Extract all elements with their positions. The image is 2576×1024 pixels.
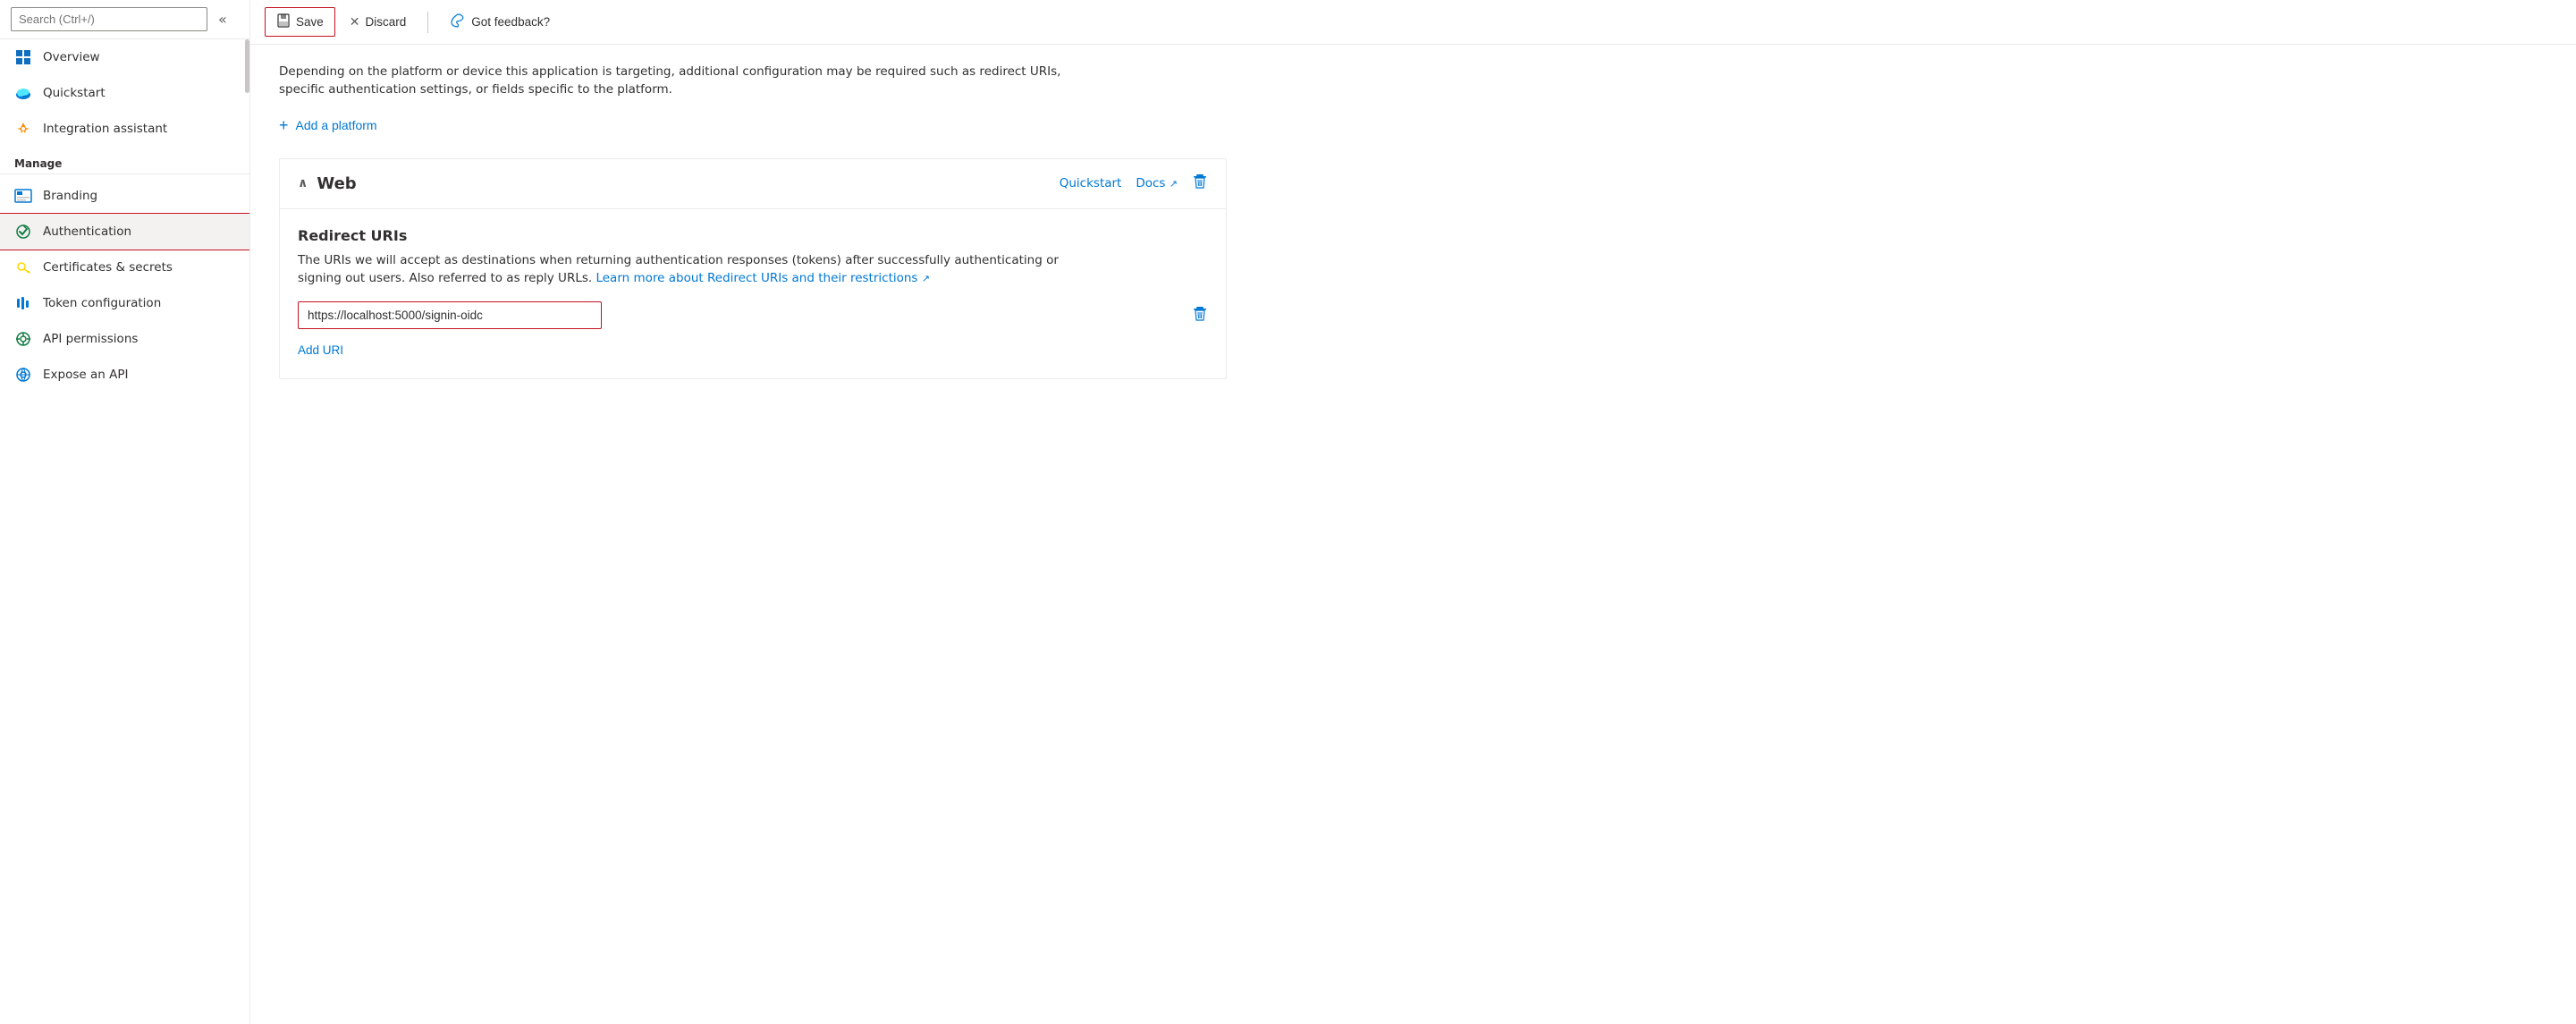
external-link-icon: ↗ xyxy=(1170,178,1178,190)
save-icon xyxy=(276,13,291,30)
sidebar-item-expose[interactable]: Expose an API xyxy=(0,357,249,393)
sidebar-item-token-label: Token configuration xyxy=(43,296,161,310)
sidebar-item-overview[interactable]: Overview xyxy=(0,39,249,75)
toolbar-divider xyxy=(427,12,428,33)
sidebar-item-certificates-label: Certificates & secrets xyxy=(43,260,173,275)
token-icon xyxy=(14,294,32,312)
sidebar: « Overview xyxy=(0,0,250,1024)
sidebar-item-expose-label: Expose an API xyxy=(43,368,128,382)
platform-delete-icon[interactable] xyxy=(1192,173,1208,194)
platform-body: Redirect URIs The URIs we will accept as… xyxy=(280,209,1226,379)
web-platform-section: ∧ Web Quickstart Docs ↗ xyxy=(279,158,1227,380)
discard-label: Discard xyxy=(366,15,407,29)
redirect-uris-description: The URIs we will accept as destinations … xyxy=(298,251,1102,288)
sidebar-item-branding[interactable]: Branding xyxy=(0,178,249,214)
main-description: Depending on the platform or device this… xyxy=(279,63,1084,99)
plus-icon: + xyxy=(279,117,289,133)
feedback-label: Got feedback? xyxy=(471,15,550,29)
sidebar-item-overview-label: Overview xyxy=(43,50,100,64)
api-icon xyxy=(14,330,32,348)
rocket-icon xyxy=(14,120,32,138)
sidebar-item-branding-label: Branding xyxy=(43,189,97,203)
sidebar-item-api[interactable]: API permissions xyxy=(0,321,249,357)
sidebar-item-integration[interactable]: Integration assistant xyxy=(0,111,249,147)
sidebar-item-quickstart-label: Quickstart xyxy=(43,86,106,100)
save-button[interactable]: Save xyxy=(265,7,335,37)
chevron-up-icon: ∧ xyxy=(298,176,308,190)
sidebar-item-quickstart[interactable]: Quickstart xyxy=(0,75,249,111)
external-link-icon-2: ↗ xyxy=(922,273,930,284)
search-input[interactable] xyxy=(11,7,207,31)
uri-input-row xyxy=(298,301,1208,329)
sidebar-item-authentication[interactable]: Authentication xyxy=(0,214,249,250)
sidebar-item-token[interactable]: Token configuration xyxy=(0,285,249,321)
platform-actions: Quickstart Docs ↗ xyxy=(1060,173,1208,194)
redirect-uris-title: Redirect URIs xyxy=(298,227,1208,244)
save-label: Save xyxy=(296,15,324,29)
feedback-icon xyxy=(450,13,466,31)
manage-section-header: Manage xyxy=(0,147,249,174)
platform-quickstart-link[interactable]: Quickstart xyxy=(1060,176,1122,190)
redirect-learn-more-link[interactable]: Learn more about Redirect URIs and their… xyxy=(595,271,917,285)
platform-docs-link[interactable]: Docs ↗ xyxy=(1136,176,1178,190)
add-platform-label: Add a platform xyxy=(296,118,377,132)
cloud-icon xyxy=(14,84,32,102)
discard-button[interactable]: ✕ Discard xyxy=(339,9,418,35)
sidebar-item-authentication-label: Authentication xyxy=(43,224,131,239)
grid-icon xyxy=(14,48,32,66)
platform-name: Web xyxy=(317,174,356,193)
main-panel: Save ✕ Discard Got feedback? Depending o… xyxy=(250,0,2576,1024)
feedback-button[interactable]: Got feedback? xyxy=(439,7,561,37)
add-platform-button[interactable]: + Add a platform xyxy=(279,114,377,137)
redirect-uri-input[interactable] xyxy=(298,301,602,329)
toolbar: Save ✕ Discard Got feedback? xyxy=(250,0,2576,45)
content-area: Depending on the platform or device this… xyxy=(250,45,2576,1024)
sidebar-item-integration-label: Integration assistant xyxy=(43,122,167,136)
sidebar-nav: Overview Quickstart Integr xyxy=(0,39,249,1024)
key-icon xyxy=(14,258,32,276)
auth-icon xyxy=(14,223,32,241)
add-uri-button[interactable]: Add URI xyxy=(298,340,343,360)
sidebar-item-certificates[interactable]: Certificates & secrets xyxy=(0,250,249,285)
uri-delete-icon[interactable] xyxy=(1192,306,1208,326)
discard-icon: ✕ xyxy=(350,14,360,30)
platform-header: ∧ Web Quickstart Docs ↗ xyxy=(280,159,1226,209)
platform-title: ∧ Web xyxy=(298,174,357,193)
sidebar-item-api-label: API permissions xyxy=(43,332,138,346)
collapse-button[interactable]: « xyxy=(215,7,231,31)
search-bar: « xyxy=(0,0,249,39)
expose-icon xyxy=(14,366,32,384)
branding-icon xyxy=(14,187,32,205)
